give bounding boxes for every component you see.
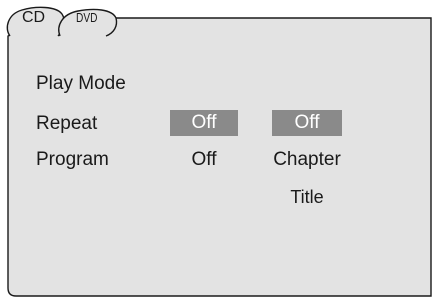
tab-dvd[interactable]: DVD	[76, 11, 97, 24]
program-option-title[interactable]: Title	[262, 188, 352, 206]
repeat-dvd-value[interactable]: Off	[272, 110, 342, 136]
tab-cd[interactable]: CD	[22, 10, 45, 26]
program-cd-value[interactable]: Off	[170, 150, 238, 169]
repeat-cd-value[interactable]: Off	[170, 110, 238, 136]
repeat-label: Repeat	[36, 113, 98, 134]
play-mode-heading: Play Mode	[36, 73, 126, 94]
program-option-chapter[interactable]: Chapter	[262, 150, 352, 169]
play-mode-screen: CD DVD Play Mode Repeat Program Off Off …	[0, 0, 438, 300]
program-label: Program	[36, 149, 109, 170]
